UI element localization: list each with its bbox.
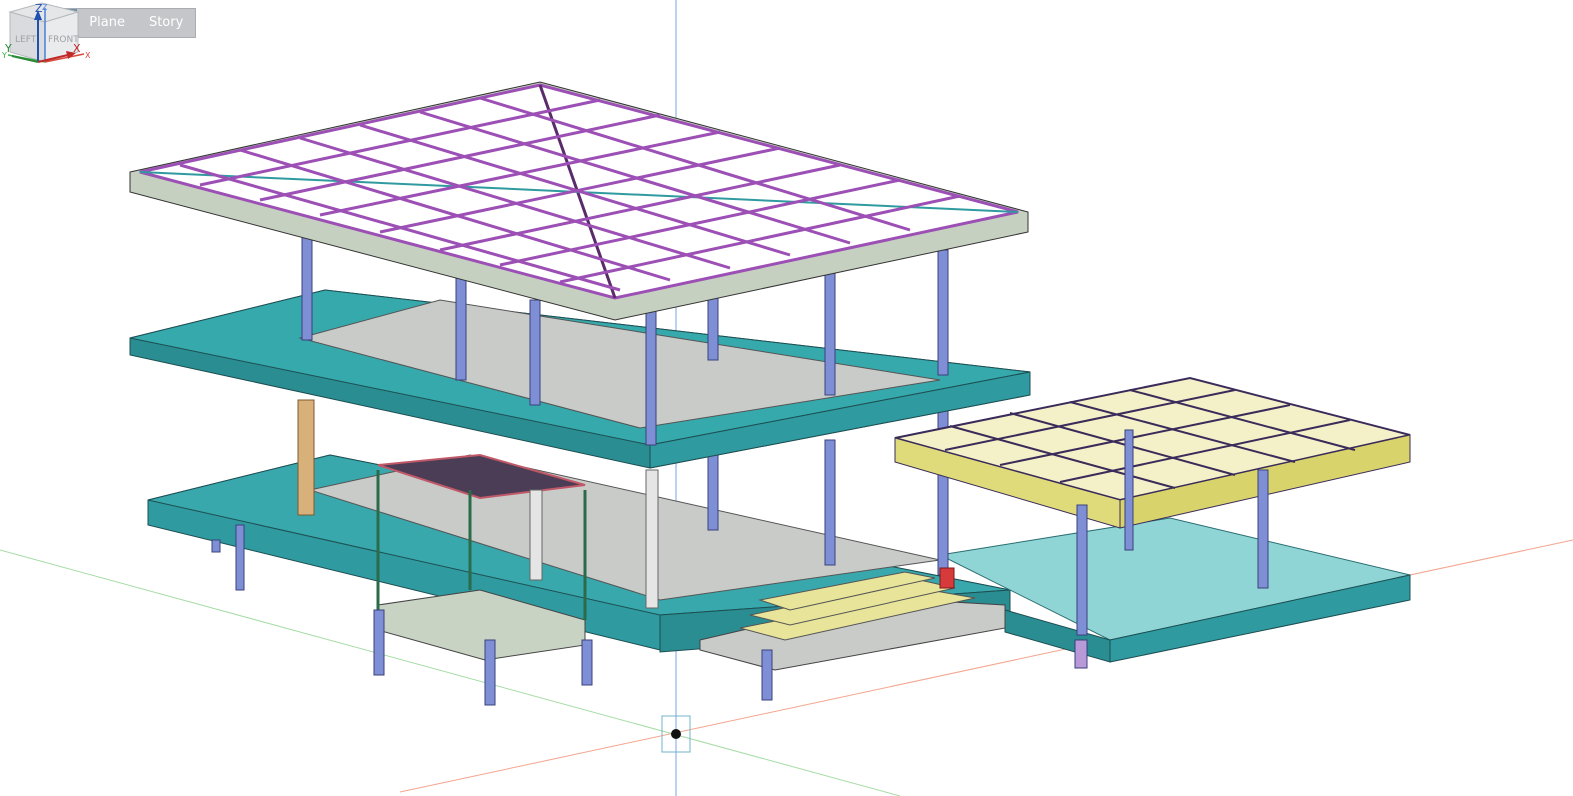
roof-structure [129,81,1029,321]
gizmo-z-label: Z [35,2,43,15]
tab-story[interactable]: Story [136,9,196,37]
patio-slab [938,517,1411,663]
axis-gizmo: Z Y X [4,2,81,63]
model-viewport[interactable]: 3D Plane Story LEFT FRONT Z X Y Z Y X [0,0,1573,796]
structural-model[interactable] [0,0,1573,796]
gizmo-y-label: Y [4,42,12,55]
gizmo-x-label: X [73,42,81,55]
